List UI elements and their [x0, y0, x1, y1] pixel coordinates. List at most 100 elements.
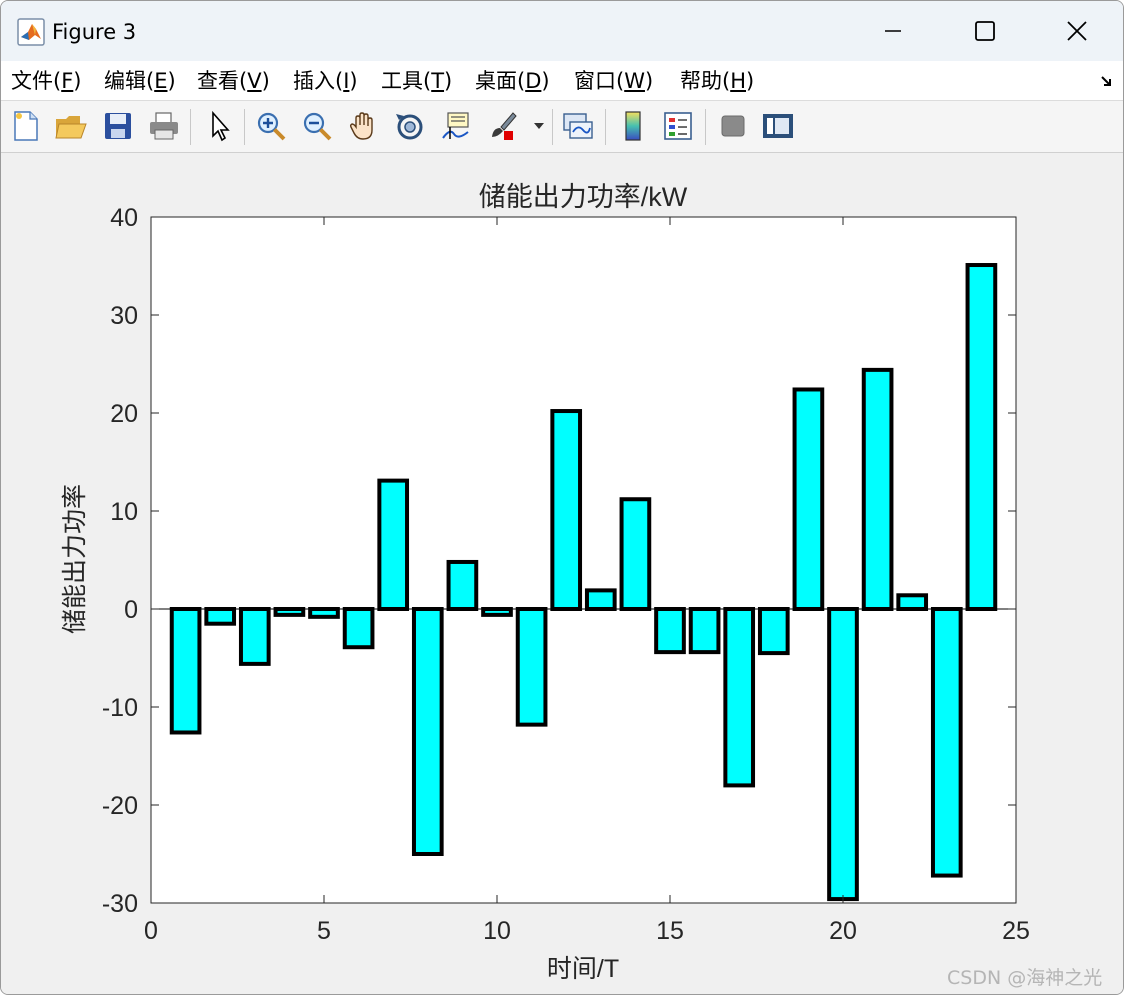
minimize-icon	[885, 30, 901, 32]
x-tick-label: 0	[144, 917, 158, 945]
bar-16	[688, 607, 721, 655]
bar-3	[238, 607, 271, 666]
y-axis-label: 储能出力功率	[61, 484, 89, 634]
menu-tools[interactable]: 工具(T)	[381, 67, 452, 95]
minimize-button[interactable]	[847, 1, 939, 61]
maximize-button[interactable]	[939, 1, 1031, 61]
menu-file-mnemonic: F	[61, 69, 74, 93]
bar-12	[550, 409, 583, 612]
link-plot-button[interactable]	[560, 108, 596, 144]
menu-file-label: 文件(	[11, 69, 62, 93]
bar-14	[619, 497, 652, 611]
bar-19	[792, 387, 825, 611]
brush-dropdown-button[interactable]	[530, 108, 548, 144]
matlab-logo-icon	[17, 18, 45, 46]
menu-help-mnemonic: H	[730, 69, 746, 93]
dock-figure-arrow-icon[interactable]	[1099, 73, 1115, 89]
link-plot-icon	[563, 113, 593, 139]
menu-view-mnemonic: V	[247, 69, 262, 93]
menu-insert-suffix: )	[349, 69, 358, 93]
menu-desktop-mnemonic: D	[525, 69, 542, 93]
y-tick-label: 0	[124, 596, 138, 624]
bar-23	[930, 607, 963, 878]
select-arrow-button[interactable]	[201, 108, 237, 144]
menu-window-mnemonic: W	[624, 69, 645, 93]
y-tick-label: 20	[110, 400, 138, 428]
y-tick-label: -10	[102, 694, 138, 722]
save-button[interactable]	[100, 108, 136, 144]
toolbar-separator	[552, 109, 553, 145]
menu-desktop[interactable]: 桌面(D)	[475, 67, 550, 95]
show-plot-tools-button[interactable]	[760, 108, 796, 144]
bar-22	[896, 593, 929, 611]
close-button[interactable]	[1031, 1, 1123, 61]
rotate-3d-icon	[396, 114, 423, 140]
bar-20	[827, 607, 859, 902]
bar-7	[377, 478, 410, 611]
chart-title: 储能出力功率/kW	[479, 182, 688, 212]
bar-chart[interactable]: 0 5 10 15 20 25 -30 -20 -10 0 10 20 30 40 储能出力功率/kW 时…	[1, 154, 1123, 995]
bar-6	[342, 607, 375, 650]
brush-icon	[492, 112, 517, 140]
menu-tools-mnemonic: T	[431, 69, 445, 93]
x-tick-label: 25	[1002, 917, 1030, 945]
menu-file[interactable]: 文件(F)	[11, 67, 82, 95]
data-cursor-button[interactable]	[438, 108, 474, 144]
save-icon	[105, 113, 131, 139]
x-tick-label: 5	[317, 917, 331, 945]
open-file-icon	[55, 116, 87, 139]
x-tick-label: 20	[829, 917, 857, 945]
open-file-button[interactable]	[53, 108, 89, 144]
colorbar-button[interactable]	[615, 108, 651, 144]
show-plot-tools-icon	[763, 114, 793, 138]
legend-button[interactable]	[660, 108, 696, 144]
menu-help-suffix: )	[746, 69, 755, 93]
bar-24	[965, 263, 998, 612]
hide-plot-tools-button[interactable]	[715, 108, 751, 144]
bar-8	[411, 607, 444, 856]
colorbar-icon	[625, 111, 641, 141]
menu-window[interactable]: 窗口(W)	[574, 67, 653, 95]
menu-help[interactable]: 帮助(H)	[680, 67, 754, 95]
print-icon	[150, 112, 178, 140]
rotate-3d-button[interactable]	[392, 108, 428, 144]
pan-button[interactable]	[345, 108, 381, 144]
menu-window-suffix: )	[644, 69, 654, 93]
zoom-out-button[interactable]	[299, 108, 335, 144]
toolbar-separator	[605, 109, 606, 145]
figure-toolbar	[1, 101, 1123, 153]
brush-button[interactable]	[485, 108, 521, 144]
legend-icon	[664, 112, 692, 140]
y-tick-label: -20	[102, 792, 138, 820]
menu-tools-suffix: )	[444, 69, 453, 93]
menu-edit[interactable]: 编辑(E)	[104, 67, 176, 95]
menu-insert[interactable]: 插入(I)	[293, 67, 358, 95]
bar-13	[584, 588, 617, 612]
new-figure-button[interactable]	[8, 108, 44, 144]
zoom-in-icon	[257, 112, 286, 141]
toolbar-separator	[705, 109, 706, 145]
x-tick-label: 10	[483, 917, 511, 945]
toolbar-separator	[190, 109, 191, 145]
title-bar[interactable]: Figure 3	[1, 1, 1123, 61]
menu-file-suffix: )	[73, 69, 82, 93]
zoom-in-button[interactable]	[253, 108, 289, 144]
bar-4	[273, 607, 306, 617]
menu-edit-mnemonic: E	[154, 69, 168, 93]
menu-insert-label: 插入(	[293, 69, 344, 93]
y-tick-label: 30	[110, 302, 138, 330]
menu-desktop-suffix: )	[541, 69, 550, 93]
pan-hand-icon	[349, 112, 373, 140]
menu-edit-suffix: )	[167, 69, 176, 93]
chevron-down-icon	[534, 123, 544, 129]
select-arrow-icon	[212, 110, 230, 142]
bar-1	[169, 607, 202, 735]
y-tick-label: -30	[102, 890, 138, 918]
x-axis-label: 时间/T	[547, 955, 619, 983]
menu-window-label: 窗口(	[574, 69, 625, 93]
bar-9	[446, 559, 479, 611]
print-button[interactable]	[146, 108, 182, 144]
menu-view-label: 查看(	[197, 69, 248, 93]
menu-view[interactable]: 查看(V)	[197, 67, 270, 95]
bar-21	[861, 367, 894, 611]
